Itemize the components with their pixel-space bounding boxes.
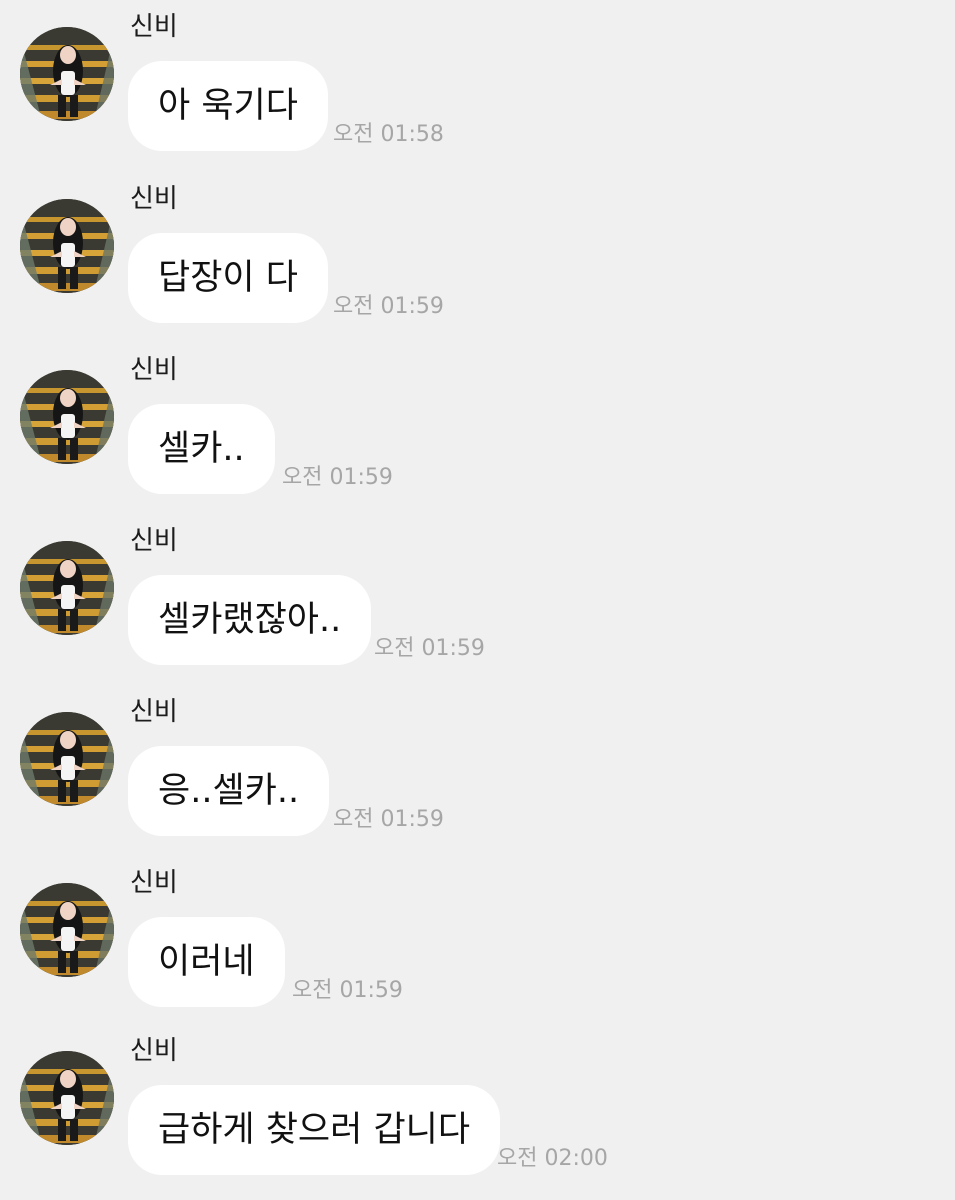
sender-name: 신비	[130, 12, 178, 42]
chat-message: 신비 응..셀카.. 오전 01:59	[0, 685, 955, 845]
chat-message: 신비 답장이 다 오전 01:59	[0, 172, 955, 332]
sender-avatar[interactable]	[20, 27, 114, 121]
sender-avatar[interactable]	[20, 1051, 114, 1145]
message-timestamp: 오전 01:59	[333, 294, 444, 319]
sender-avatar[interactable]	[20, 712, 114, 806]
message-timestamp: 오전 01:58	[333, 122, 444, 147]
sender-name: 신비	[130, 355, 178, 385]
message-bubble[interactable]: 아 욱기다	[128, 61, 328, 151]
avatar-photo-icon	[20, 199, 114, 293]
message-timestamp: 오전 01:59	[333, 807, 444, 832]
message-timestamp: 오전 01:59	[282, 465, 393, 490]
message-timestamp: 오전 01:59	[292, 978, 403, 1003]
sender-name: 신비	[130, 1036, 178, 1066]
message-bubble[interactable]: 셀카..	[128, 404, 275, 494]
message-bubble[interactable]: 답장이 다	[128, 233, 328, 323]
avatar-photo-icon	[20, 712, 114, 806]
message-bubble[interactable]: 응..셀카..	[128, 746, 330, 836]
chat-thread: 신비 아 욱기다 오전 01:58 신비 답장이 다 오전 01:59 신비 셀…	[0, 0, 955, 1200]
sender-avatar[interactable]	[20, 370, 114, 464]
chat-message: 신비 셀카랬잖아.. 오전 01:59	[0, 514, 955, 674]
chat-message: 신비 아 욱기다 오전 01:58	[0, 0, 955, 160]
avatar-photo-icon	[20, 370, 114, 464]
avatar-photo-icon	[20, 27, 114, 121]
avatar-photo-icon	[20, 541, 114, 635]
avatar-photo-icon	[20, 1051, 114, 1145]
sender-name: 신비	[130, 184, 178, 214]
message-bubble[interactable]: 이러네	[128, 917, 285, 1007]
message-bubble[interactable]: 급하게 찾으러 갑니다	[128, 1085, 501, 1175]
chat-message: 신비 이러네 오전 01:59	[0, 856, 955, 1016]
sender-avatar[interactable]	[20, 883, 114, 977]
avatar-photo-icon	[20, 883, 114, 977]
sender-name: 신비	[130, 868, 178, 898]
message-bubble[interactable]: 셀카랬잖아..	[128, 575, 372, 665]
chat-message: 신비 셀카.. 오전 01:59	[0, 343, 955, 503]
message-timestamp: 오전 01:59	[374, 636, 485, 661]
message-timestamp: 오전 02:00	[497, 1146, 608, 1171]
sender-name: 신비	[130, 697, 178, 727]
chat-message: 신비 급하게 찾으러 갑니다 오전 02:00	[0, 1024, 955, 1184]
sender-avatar[interactable]	[20, 199, 114, 293]
sender-avatar[interactable]	[20, 541, 114, 635]
sender-name: 신비	[130, 526, 178, 556]
